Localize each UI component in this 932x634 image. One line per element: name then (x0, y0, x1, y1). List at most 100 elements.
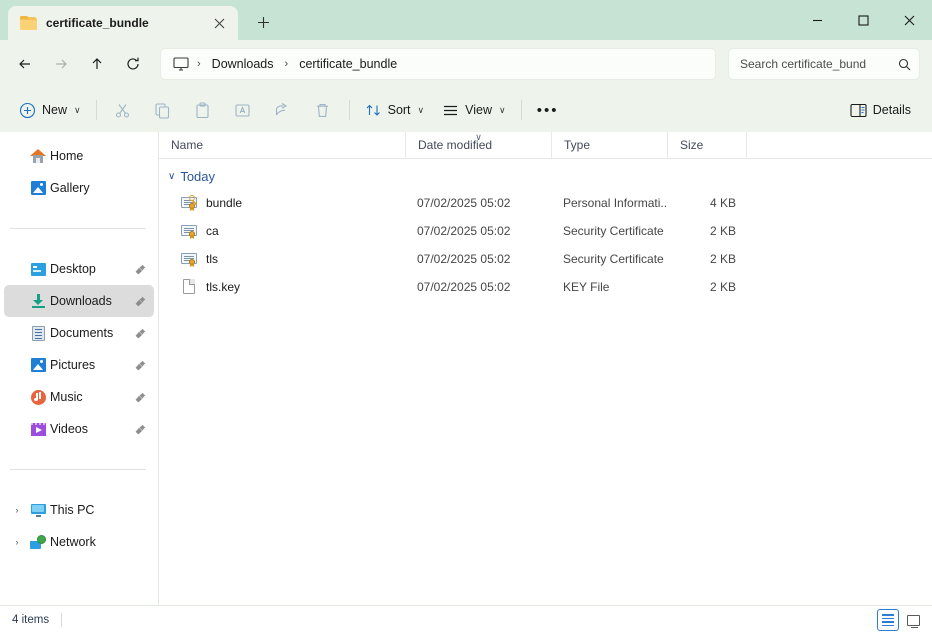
sidebar-item-videos[interactable]: Videos (4, 413, 154, 445)
file-name: ca (206, 224, 219, 238)
sidebar-item-documents[interactable]: Documents (4, 317, 154, 349)
gallery-icon (26, 181, 50, 195)
status-bar: 4 items (0, 605, 932, 634)
pin-icon (135, 424, 154, 435)
downloads-icon (26, 294, 50, 308)
up-button[interactable] (80, 47, 114, 81)
file-type-cell: Security Certificate (551, 224, 667, 238)
breadcrumb-downloads[interactable]: Downloads (205, 54, 281, 74)
details-view-button[interactable] (877, 609, 899, 631)
sidebar-item-label: Downloads (50, 294, 135, 308)
sidebar-item-label: Home (50, 149, 154, 163)
breadcrumb-separator: › (283, 58, 291, 70)
nav-spacer (0, 204, 158, 218)
new-button-label: New (42, 103, 67, 117)
chevron-down-icon[interactable]: ∨ (168, 171, 175, 182)
expand-chevron-icon[interactable]: › (8, 505, 26, 515)
pin-icon (135, 296, 154, 307)
breadcrumb-certificate-bundle[interactable]: certificate_bundle (292, 54, 404, 74)
details-pane-button[interactable]: Details (841, 94, 920, 126)
toolbar-divider (521, 100, 522, 120)
sidebar-item-label: Documents (50, 326, 135, 340)
file-name-cell: tls.key (159, 279, 405, 295)
breadcrumb[interactable]: › Downloads › certificate_bundle (160, 48, 716, 80)
search-input[interactable] (740, 57, 898, 71)
sidebar-item-music[interactable]: Music (4, 381, 154, 413)
tab-certificate-bundle[interactable]: certificate_bundle (8, 6, 238, 40)
file-date-cell: 07/02/2025 05:02 (405, 280, 551, 294)
sort-button-label: Sort (388, 103, 411, 117)
certificate-icon (181, 251, 197, 267)
pin-icon (135, 392, 154, 403)
file-name: tls (206, 252, 218, 266)
sidebar-item-pictures[interactable]: Pictures (4, 349, 154, 381)
file-name: bundle (206, 196, 242, 210)
more-options-button[interactable]: ••• (528, 94, 568, 126)
generic-file-icon (181, 279, 197, 295)
delete-button[interactable] (303, 94, 343, 126)
table-row[interactable]: tls.key 07/02/2025 05:02 KEY File 2 KB (159, 273, 932, 301)
column-header-label: Size (680, 138, 703, 152)
sidebar-item-downloads[interactable]: Downloads (4, 285, 154, 317)
toolbar-divider (96, 100, 97, 120)
file-size-cell: 2 KB (667, 280, 746, 294)
file-list-pane: Name ∨ Date modified Type Size ∨ Today (159, 132, 932, 605)
column-header-date-modified[interactable]: ∨ Date modified (405, 132, 551, 159)
large-icons-view-icon (907, 615, 920, 626)
window-controls (794, 0, 932, 40)
copy-button[interactable] (143, 94, 183, 126)
close-window-button[interactable] (886, 0, 932, 40)
ellipsis-icon: ••• (537, 103, 559, 118)
file-list: ∨ Today bundle 07/02/2025 05:02 (159, 159, 932, 605)
column-header-label: Name (171, 138, 203, 152)
new-button[interactable]: New ∨ (10, 94, 90, 126)
close-tab-icon[interactable] (208, 12, 230, 34)
group-header-today[interactable]: ∨ Today (159, 163, 932, 189)
column-header-type[interactable]: Type (551, 132, 667, 159)
chevron-down-icon: ∨ (499, 105, 506, 116)
this-pc-icon (26, 504, 50, 517)
pfx-certificate-icon (181, 195, 197, 211)
pin-icon (135, 360, 154, 371)
share-button[interactable] (263, 94, 303, 126)
sidebar-item-desktop[interactable]: Desktop (4, 253, 154, 285)
sort-button[interactable]: Sort ∨ (356, 94, 434, 126)
large-icons-view-button[interactable] (902, 609, 924, 631)
file-date-cell: 07/02/2025 05:02 (405, 224, 551, 238)
view-button[interactable]: View ∨ (433, 94, 514, 126)
sidebar-item-home[interactable]: Home (4, 140, 154, 172)
table-row[interactable]: ca 07/02/2025 05:02 Security Certificate… (159, 217, 932, 245)
sidebar-item-gallery[interactable]: Gallery (4, 172, 154, 204)
file-type-cell: KEY File (551, 280, 667, 294)
item-count: 4 items (12, 614, 49, 626)
sidebar-item-label: Music (50, 390, 135, 404)
title-bar: certificate_bundle (0, 0, 932, 40)
rename-button[interactable] (223, 94, 263, 126)
maximize-button[interactable] (840, 0, 886, 40)
sidebar-item-label: Desktop (50, 262, 135, 276)
paste-button[interactable] (183, 94, 223, 126)
column-header-name[interactable]: Name (159, 132, 405, 159)
sidebar-item-network[interactable]: › Network (4, 526, 154, 558)
column-header-size[interactable]: Size (667, 132, 746, 159)
home-icon (26, 149, 50, 163)
refresh-button[interactable] (116, 47, 150, 81)
cut-button[interactable] (103, 94, 143, 126)
sidebar-divider (10, 469, 146, 470)
back-button[interactable] (8, 47, 42, 81)
tab-title: certificate_bundle (46, 16, 199, 30)
this-pc-icon[interactable] (171, 57, 193, 71)
table-row[interactable]: bundle 07/02/2025 05:02 Personal Informa… (159, 189, 932, 217)
table-row[interactable]: tls 07/02/2025 05:02 Security Certificat… (159, 245, 932, 273)
search-box[interactable] (728, 48, 920, 80)
pictures-icon (26, 358, 50, 372)
chevron-down-icon: ∨ (418, 105, 425, 116)
expand-chevron-icon[interactable]: › (8, 537, 26, 547)
new-tab-button[interactable] (248, 7, 278, 37)
forward-button[interactable] (44, 47, 78, 81)
pin-icon (135, 328, 154, 339)
sidebar-item-this-pc[interactable]: › This PC (4, 494, 154, 526)
navigation-pane: Home Gallery Desktop (0, 132, 159, 605)
minimize-button[interactable] (794, 0, 840, 40)
sidebar-item-label: Network (50, 535, 154, 549)
